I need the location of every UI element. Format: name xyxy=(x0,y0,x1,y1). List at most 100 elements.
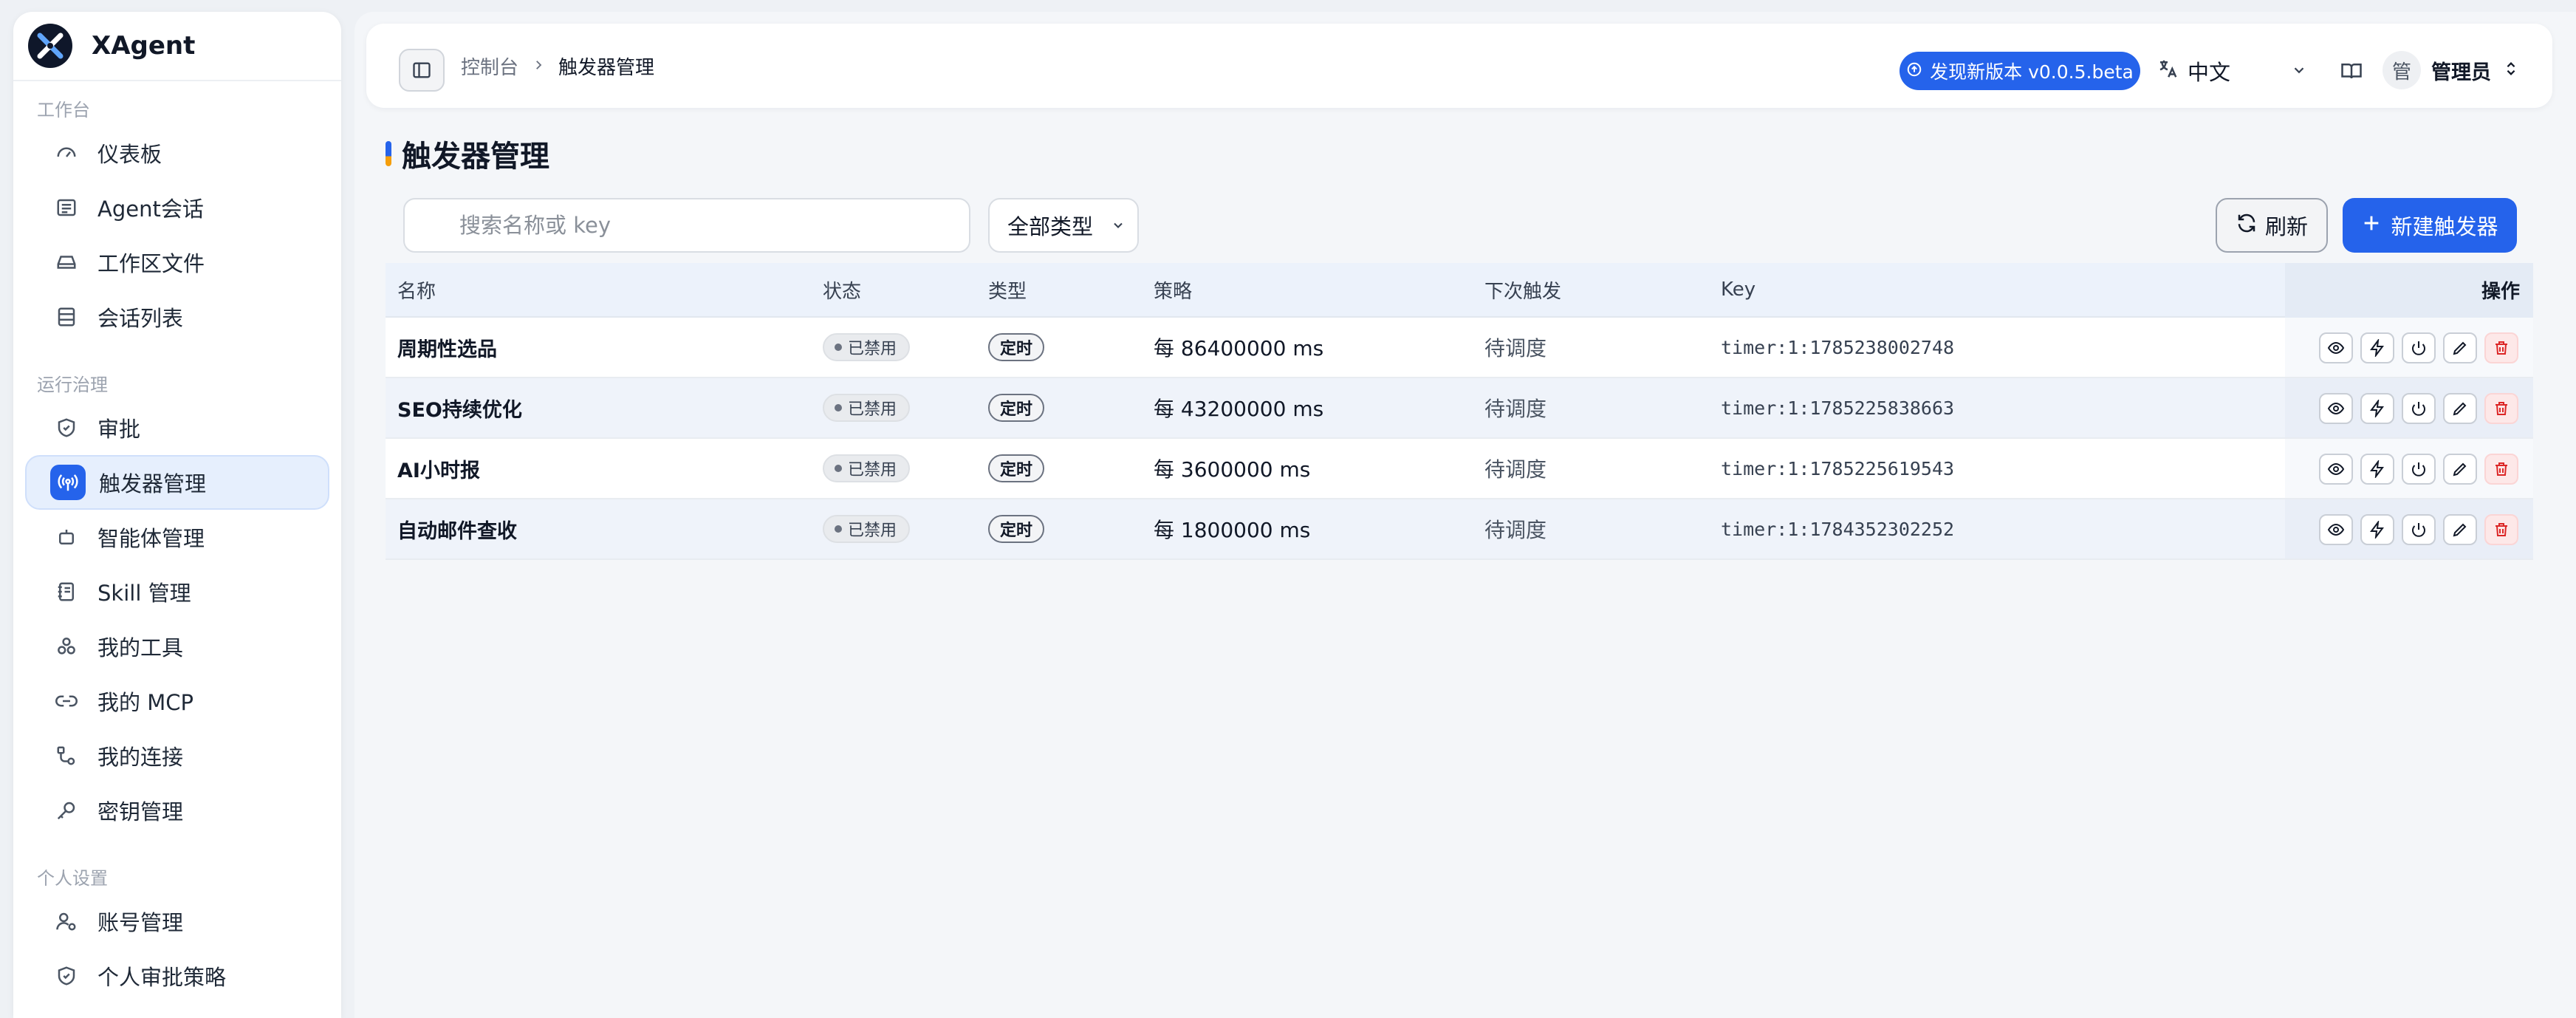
sidebar-item-label: 审批 xyxy=(97,417,141,442)
edit-button[interactable] xyxy=(2443,514,2477,545)
delete-button[interactable] xyxy=(2484,454,2518,485)
broadcast-icon xyxy=(50,465,86,500)
view-button[interactable] xyxy=(2319,393,2353,424)
user-menu[interactable]: 管 管理员 xyxy=(2383,47,2519,93)
sidebar-item-label: 我的 MCP xyxy=(97,690,193,715)
trash-icon xyxy=(2496,462,2507,476)
sidebar-item-label: 工作区文件 xyxy=(97,251,205,276)
status-badge: 已禁用 xyxy=(823,333,911,361)
new-version-badge[interactable]: 发现新版本 v0.0.5.beta xyxy=(1900,52,2140,90)
refresh-label: 刷新 xyxy=(2264,214,2308,239)
pencil-icon xyxy=(2453,523,2467,537)
sidebar-item-my-tools[interactable]: 我的工具 xyxy=(25,619,329,674)
toggle-enable-button[interactable] xyxy=(2402,454,2436,485)
delete-button[interactable] xyxy=(2484,514,2518,545)
type-badge: 定时 xyxy=(988,333,1045,361)
sidebar-item-key-management[interactable]: 密钥管理 xyxy=(25,783,329,838)
sidebar-item-label: 我的工具 xyxy=(97,635,184,660)
search-input[interactable] xyxy=(403,198,970,253)
row-actions xyxy=(2319,332,2518,363)
sidebar-item-agent-management[interactable]: 智能体管理 xyxy=(25,510,329,564)
pencil-icon xyxy=(2453,402,2467,416)
toggle-enable-button[interactable] xyxy=(2402,332,2436,363)
bolt-icon xyxy=(2370,521,2384,539)
sidebar-item-label: Skill 管理 xyxy=(97,581,191,606)
sidebar-item-trigger-management[interactable]: 触发器管理 xyxy=(25,455,329,510)
trigger-now-button[interactable] xyxy=(2360,514,2394,545)
next-trigger: 待调度 xyxy=(1484,397,1547,421)
sidebar-item-workspace-files[interactable]: 工作区文件 xyxy=(25,235,329,290)
edit-button[interactable] xyxy=(2443,332,2477,363)
sidebar-item-session-list[interactable]: 会话列表 xyxy=(25,290,329,344)
sidebar-item-label: Agent会话 xyxy=(97,197,204,222)
sidebar-item-agent-chat[interactable]: Agent会话 xyxy=(25,180,329,235)
refresh-button[interactable]: 刷新 xyxy=(2216,198,2328,253)
sidebar-item-personal-approval-policy[interactable]: 个人审批策略 xyxy=(25,949,329,1003)
trigger-key: timer:1:1785225838663 xyxy=(1721,397,1955,419)
trigger-policy: 每 1800000 ms xyxy=(1154,518,1311,542)
sidebar-item-dashboard[interactable]: 仪表板 xyxy=(25,126,329,180)
drive-icon xyxy=(53,249,80,276)
breadcrumb-console[interactable]: 控制台 xyxy=(461,52,518,80)
nav-section-title: 工作台 xyxy=(37,100,90,120)
breadcrumb: 控制台 触发器管理 xyxy=(461,24,654,108)
col-next-trigger: 下次触发 xyxy=(1484,280,1562,303)
eye-icon xyxy=(2327,523,2345,536)
status-badge: 已禁用 xyxy=(823,394,911,422)
docs-button[interactable] xyxy=(2337,56,2366,86)
trigger-name: 自动邮件查收 xyxy=(397,519,517,543)
col-type: 类型 xyxy=(988,280,1027,303)
table-row: 周期性选品 已禁用 定时 每 86400000 ms 待调度 timer:1:1… xyxy=(386,318,2533,378)
sidebar-item-account-management[interactable]: 账号管理 xyxy=(25,894,329,949)
translate-icon xyxy=(2157,58,2179,85)
language-value: 中文 xyxy=(2188,60,2231,85)
toggle-enable-button[interactable] xyxy=(2402,393,2436,424)
view-button[interactable] xyxy=(2319,332,2353,363)
pencil-icon xyxy=(2453,341,2467,355)
toggle-enable-button[interactable] xyxy=(2402,514,2436,545)
view-button[interactable] xyxy=(2319,514,2353,545)
brand[interactable]: XAgent xyxy=(13,12,341,81)
chevron-right-icon xyxy=(532,55,545,77)
book-open-icon xyxy=(2341,64,2362,79)
delete-button[interactable] xyxy=(2484,332,2518,363)
table-header: 名称 状态 类型 策略 下次触发 Key 操作 xyxy=(386,263,2533,318)
trigger-now-button[interactable] xyxy=(2360,332,2394,363)
status-dot xyxy=(835,344,842,351)
next-trigger: 待调度 xyxy=(1484,457,1547,482)
next-trigger: 待调度 xyxy=(1484,336,1547,361)
key-icon xyxy=(53,797,80,824)
edit-button[interactable] xyxy=(2443,454,2477,485)
trigger-policy: 每 43200000 ms xyxy=(1154,397,1324,421)
view-button[interactable] xyxy=(2319,454,2353,485)
trigger-now-button[interactable] xyxy=(2360,454,2394,485)
trigger-now-button[interactable] xyxy=(2360,393,2394,424)
app-name: XAgent xyxy=(92,31,196,61)
status-text: 已禁用 xyxy=(848,522,897,540)
sidebar-item-skill-management[interactable]: Skill 管理 xyxy=(25,564,329,619)
type-badge: 定时 xyxy=(988,454,1045,482)
trigger-name: SEO持续优化 xyxy=(397,398,522,422)
sidebar-item-my-mcp[interactable]: 我的 MCP xyxy=(25,674,329,728)
sidebar-item-approval[interactable]: 审批 xyxy=(25,400,329,455)
delete-button[interactable] xyxy=(2484,393,2518,424)
col-policy: 策略 xyxy=(1154,280,1193,303)
sidebar-item-my-connections[interactable]: 我的连接 xyxy=(25,728,329,783)
sidebar-toggle-button[interactable] xyxy=(399,49,445,92)
language-select[interactable]: 中文 xyxy=(2157,49,2312,93)
type-badge: 定时 xyxy=(988,515,1045,543)
robot-icon xyxy=(53,524,80,550)
col-actions: 操作 xyxy=(2481,280,2520,303)
page-title-wrap: 触发器管理 xyxy=(386,133,549,174)
edit-button[interactable] xyxy=(2443,393,2477,424)
new-trigger-button[interactable]: 新建触发器 xyxy=(2343,198,2517,253)
type-filter-select[interactable]: 全部类型 xyxy=(988,198,1139,253)
link-icon xyxy=(53,688,80,714)
power-icon xyxy=(2412,402,2425,416)
sidebar-item-label: 个人审批策略 xyxy=(97,965,227,990)
sidebar: XAgent 工作台 仪表板 Agent会话 工作区文件 会话列表 运行治理 审… xyxy=(13,12,341,1018)
row-actions xyxy=(2319,454,2518,485)
col-status: 状态 xyxy=(823,280,862,303)
chevron-up-down-icon xyxy=(2503,61,2519,80)
shield-icon xyxy=(53,963,80,989)
